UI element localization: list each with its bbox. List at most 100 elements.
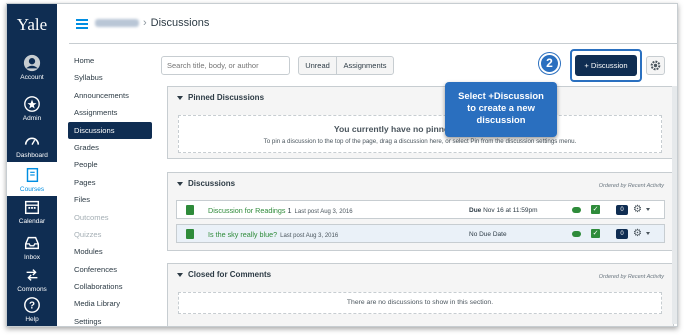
- caret-down-icon: [177, 181, 183, 186]
- global-nav-label: Commons: [17, 286, 47, 293]
- add-discussion-button[interactable]: + Discussion: [575, 55, 637, 76]
- unread-count: 1: [287, 206, 292, 215]
- course-nav-people[interactable]: People: [68, 156, 152, 173]
- step-number-badge: 2: [539, 53, 560, 74]
- gear-icon: [650, 60, 661, 71]
- commons-arrows-icon: [26, 269, 38, 281]
- global-nav-label: Help: [25, 316, 39, 323]
- user-circle-icon: [23, 54, 41, 72]
- pinned-drop-zone[interactable]: You currently have no pinned discussions…: [178, 115, 662, 153]
- course-nav-pages[interactable]: Pages: [68, 174, 152, 191]
- course-nav-grades[interactable]: Grades: [68, 139, 152, 156]
- breadcrumb-course-link[interactable]: [95, 19, 139, 28]
- course-nav-syllabus[interactable]: Syllabus: [68, 69, 152, 86]
- global-nav-label: Calendar: [18, 218, 46, 225]
- ordered-note: Ordered by Recent Activity: [598, 274, 664, 280]
- checkmark-icon[interactable]: ✓: [591, 229, 600, 238]
- closed-heading: Closed for Comments: [188, 270, 272, 279]
- header-divider: [69, 43, 677, 44]
- closed-discussions-panel: Closed for Comments Ordered by Recent Ac…: [167, 263, 674, 326]
- breadcrumb-separator: ›: [143, 17, 147, 29]
- app-window: Yale Account Admin Dashboard Courses Cal…: [6, 3, 678, 327]
- calendar-icon: [24, 200, 40, 215]
- course-nav-outcomes[interactable]: Outcomes: [68, 209, 152, 226]
- global-nav-calendar[interactable]: Calendar: [7, 198, 57, 225]
- gear-icon[interactable]: ⚙: [633, 228, 642, 239]
- checkmark-icon[interactable]: ✓: [591, 205, 600, 214]
- global-nav-label: Dashboard: [16, 152, 48, 159]
- assignments-filter-button[interactable]: Assignments: [336, 56, 394, 75]
- table-row[interactable]: Is the sky really blue? Last post Aug 3, …: [176, 224, 665, 243]
- discussions-heading: Discussions: [188, 179, 236, 188]
- global-nav-label: Account: [20, 74, 44, 81]
- global-nav-account[interactable]: Account: [7, 54, 57, 81]
- instruction-callout: Select +Discussion to create a new discu…: [445, 82, 557, 137]
- pinned-empty-title: You currently have no pinned discussions: [333, 124, 507, 134]
- pinned-heading: Pinned Discussions: [188, 93, 265, 102]
- global-nav-inbox[interactable]: Inbox: [7, 234, 57, 261]
- breadcrumb: › Discussions: [95, 17, 209, 29]
- gear-icon[interactable]: ⚙: [633, 204, 642, 215]
- global-nav-label: Courses: [19, 186, 45, 193]
- course-menu-toggle[interactable]: [76, 19, 88, 31]
- chevron-down-icon[interactable]: [646, 208, 650, 211]
- unread-filter-button[interactable]: Unread: [298, 56, 337, 75]
- course-nav-collaborations[interactable]: Collaborations: [68, 278, 152, 295]
- closed-toggle[interactable]: Closed for Comments: [177, 270, 271, 279]
- discussion-settings-button[interactable]: [646, 56, 665, 75]
- last-post: Last post Aug 3, 2016: [280, 233, 339, 239]
- admin-shield-icon: [24, 96, 40, 112]
- global-nav-label: Inbox: [24, 254, 40, 261]
- discussion-icon: [186, 205, 194, 215]
- closed-empty-text: There are no discussions to show in this…: [346, 299, 494, 306]
- chevron-down-icon[interactable]: [646, 232, 650, 235]
- inbox-tray-icon: [24, 236, 40, 250]
- course-nav-assignments[interactable]: Assignments: [68, 104, 152, 121]
- course-nav-quizzes[interactable]: Quizzes: [68, 226, 152, 243]
- last-post: Last post Aug 3, 2016: [294, 209, 353, 215]
- global-nav-dashboard[interactable]: Dashboard: [7, 132, 57, 159]
- scrollbar[interactable]: [672, 86, 677, 324]
- course-nav-files[interactable]: Files: [68, 191, 152, 208]
- discussion-title-link[interactable]: Is the sky really blue? Last post Aug 3, …: [208, 230, 338, 239]
- search-input[interactable]: [161, 56, 290, 75]
- global-nav-help[interactable]: ? Help: [7, 296, 57, 323]
- course-nav-announcements[interactable]: Announcements: [68, 87, 152, 104]
- course-nav-home[interactable]: Home: [68, 52, 152, 69]
- global-nav-commons[interactable]: Commons: [7, 266, 57, 293]
- published-cloud-icon[interactable]: [572, 207, 581, 213]
- due-date: No Due Date: [469, 231, 507, 238]
- course-nav-conferences[interactable]: Conferences: [68, 261, 152, 278]
- caret-down-icon: [177, 272, 183, 277]
- published-cloud-icon[interactable]: [572, 231, 581, 237]
- course-nav-settings[interactable]: Settings: [68, 313, 152, 326]
- course-nav-media-library[interactable]: Media Library: [68, 295, 152, 312]
- dashboard-gauge-icon: [24, 137, 40, 145]
- page-title: Discussions: [150, 17, 210, 29]
- global-nav-admin[interactable]: Admin: [7, 95, 57, 122]
- replies-count: 0: [616, 205, 628, 215]
- closed-empty-box: There are no discussions to show in this…: [178, 292, 662, 314]
- course-nav-discussions[interactable]: Discussions: [68, 121, 152, 139]
- svg-text:?: ?: [29, 301, 35, 312]
- pinned-empty-hint: To pin a discussion to the top of the pa…: [263, 138, 577, 145]
- yale-logo[interactable]: Yale: [7, 4, 57, 50]
- pinned-discussions-toggle[interactable]: Pinned Discussions: [177, 93, 264, 102]
- discussion-icon: [186, 229, 194, 239]
- discussion-title-link[interactable]: Discussion for Readings 1 Last post Aug 3…: [208, 206, 353, 215]
- hamburger-icon: [76, 19, 88, 21]
- discussions-panel: Discussions Ordered by Recent Activity D…: [167, 172, 674, 251]
- due-date: Due Nov 16 at 11:59pm: [469, 207, 538, 214]
- help-question-icon: ?: [24, 297, 40, 313]
- discussions-toggle[interactable]: Discussions: [177, 179, 235, 188]
- course-nav-modules[interactable]: Modules: [68, 243, 152, 260]
- caret-down-icon: [177, 95, 183, 100]
- table-row[interactable]: Discussion for Readings 1 Last post Aug 3…: [176, 200, 665, 219]
- pinned-discussions-panel: Pinned Discussions You currently have no…: [167, 86, 674, 159]
- global-nav: Yale Account Admin Dashboard Courses Cal…: [7, 4, 57, 326]
- courses-book-icon: [26, 167, 39, 183]
- global-nav-courses[interactable]: Courses: [7, 162, 57, 196]
- global-nav-label: Admin: [22, 115, 42, 122]
- replies-count: 0: [616, 229, 628, 239]
- ordered-note: Ordered by Recent Activity: [598, 183, 664, 189]
